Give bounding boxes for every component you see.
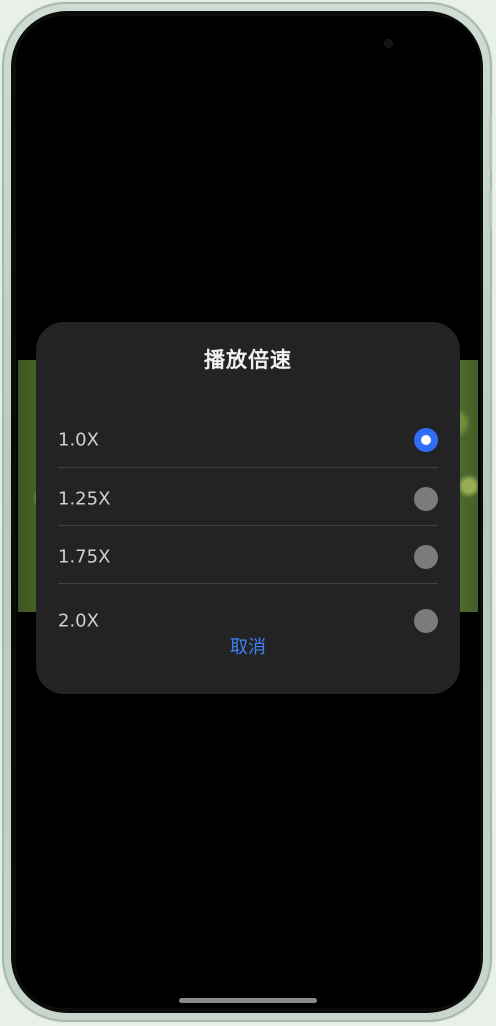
- radio-unselected-icon[interactable]: [414, 609, 438, 633]
- speed-option-label: 1.25X: [58, 488, 111, 510]
- speed-option-label: 2.0X: [58, 610, 99, 632]
- speed-option-label: 1.0X: [58, 429, 99, 451]
- radio-unselected-icon[interactable]: [414, 545, 438, 569]
- divider: [58, 525, 438, 526]
- radio-selected-icon[interactable]: [414, 428, 438, 452]
- divider: [58, 467, 438, 468]
- power-button: [489, 190, 492, 230]
- dialog-title: 播放倍速: [204, 348, 292, 372]
- cancel-button[interactable]: 取消: [188, 630, 308, 666]
- volume-button: [489, 114, 492, 170]
- speed-option-label: 1.75X: [58, 546, 111, 568]
- divider: [58, 583, 438, 584]
- speed-option-1-0x[interactable]: 1.0X: [58, 412, 438, 468]
- screen: 播放倍速 1.0X 1.25X 1.75X 2.0X 取消: [16, 16, 480, 1008]
- camera-icon: [385, 40, 392, 47]
- speed-option-1-25x[interactable]: 1.25X: [58, 471, 438, 527]
- speed-option-1-75x[interactable]: 1.75X: [58, 529, 438, 585]
- home-indicator[interactable]: [179, 998, 317, 1003]
- playback-speed-dialog: 播放倍速 1.0X 1.25X 1.75X 2.0X 取消: [36, 322, 460, 694]
- radio-unselected-icon[interactable]: [414, 487, 438, 511]
